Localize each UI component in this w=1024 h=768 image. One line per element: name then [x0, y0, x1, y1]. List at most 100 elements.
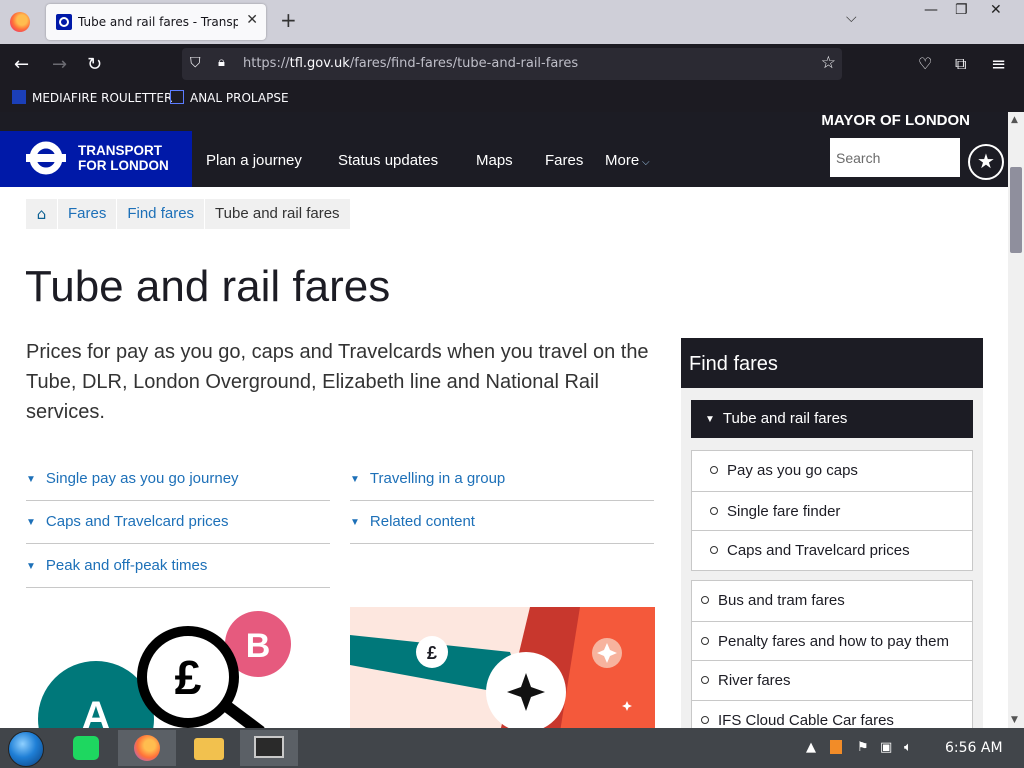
triangle-down-icon: ▼ [350, 517, 360, 528]
nav-status-updates[interactable]: Status updates [338, 152, 438, 169]
sidebar-subitem-payg-caps[interactable]: Pay as you go caps [692, 451, 972, 491]
minimize-button[interactable]: — [924, 2, 938, 18]
triangle-down-icon: ▼ [705, 414, 715, 425]
list-tabs-chevron-icon[interactable]: ⌵ [846, 10, 857, 26]
network-icon[interactable]: ▣ [880, 740, 892, 755]
sidebar-item-river-fares[interactable]: River fares [692, 660, 972, 700]
new-tab-button[interactable]: + [280, 8, 297, 32]
scroll-down-arrow-icon[interactable]: ▼ [1011, 715, 1018, 725]
tray-expand-icon[interactable]: ▲ [806, 740, 816, 755]
bookmark-second[interactable]: ANAL PROLAPSE [170, 90, 289, 105]
nav-maps[interactable]: Maps [476, 152, 513, 169]
breadcrumb-find-fares[interactable]: Find fares [117, 199, 206, 229]
scrollbar-thumb[interactable] [1010, 167, 1022, 253]
browser-toolbar: ← → ↻ ⛉ 🔒︎ https://tfl.gov.uk/fares/find… [0, 44, 1024, 84]
close-tab-icon[interactable]: ✕ [246, 12, 258, 28]
bullet-circle-icon [710, 546, 718, 554]
intro-text: Prices for pay as you go, caps and Trave… [26, 341, 649, 423]
tracking-shield-icon[interactable]: ⛉ [190, 55, 201, 71]
illustration-pay-as-you-go: B A £ [26, 607, 330, 728]
chevron-down-icon: ⌵ [639, 157, 650, 168]
sidebar-item-penalty-fares[interactable]: Penalty fares and how to pay them [692, 620, 972, 661]
favourites-star-button[interactable]: ★ [968, 144, 1004, 180]
taskbar-app-monitor[interactable] [240, 730, 298, 766]
bookmark-star-icon[interactable]: ☆ [821, 53, 836, 73]
sidebar-subitem-caps-travelcard[interactable]: Caps and Travelcard prices [692, 530, 972, 570]
pound-sign: £ [175, 652, 202, 705]
mediafire-favicon-icon [12, 90, 26, 104]
browser-tab-active[interactable]: Tube and rail fares - Transport f ✕ [46, 4, 266, 40]
triangle-down-icon: ▼ [26, 474, 36, 485]
extensions-icon[interactable]: ⧉ [955, 54, 966, 74]
bullet-circle-icon [710, 506, 718, 515]
taskbar-app-firefox[interactable] [118, 730, 176, 766]
sidebar-sublist: Pay as you go caps Single fare finder Ca… [691, 450, 973, 571]
breadcrumb-current: Tube and rail fares [205, 199, 351, 229]
bullet-circle-icon [701, 676, 709, 684]
pound-badge: £ [427, 643, 437, 663]
bullet-circle-icon [701, 596, 709, 604]
web-page: MAYOR OF LONDON TRANSPORT FOR LONDON Pla… [0, 112, 1008, 728]
page-title: Tube and rail fares [25, 262, 391, 311]
tfl-favicon-icon [56, 14, 72, 30]
bullet-circle-icon [701, 715, 709, 724]
page-scrollbar[interactable]: ▲ ▼ [1008, 112, 1024, 728]
nav-more[interactable]: More ⌵ [605, 152, 650, 169]
os-taskbar: ▲ ⚑ ▣ 🔈︎ 6:56 AM [0, 728, 1024, 768]
breadcrumb: ⌂ Fares Find fares Tube and rail fares [26, 199, 351, 229]
scroll-up-arrow-icon[interactable]: ▲ [1011, 115, 1018, 125]
tfl-logo[interactable]: TRANSPORT FOR LONDON [0, 131, 192, 187]
illustration-fares: £ [350, 607, 655, 728]
tfl-header: MAYOR OF LONDON TRANSPORT FOR LONDON Pla… [0, 112, 1008, 187]
maximize-button[interactable]: ❐ [955, 2, 968, 18]
taskbar-app-spotify[interactable] [57, 730, 115, 766]
nav-plan-a-journey[interactable]: Plan a journey [206, 152, 302, 169]
letter-b: B [246, 627, 271, 665]
firefox-icon [134, 735, 160, 761]
tray-app-icon[interactable] [830, 740, 842, 754]
anchor-single-payg[interactable]: ▼ Single pay as you go journey [26, 457, 330, 501]
anchor-group-travel[interactable]: ▼ Travelling in a group [350, 457, 654, 501]
brand-text: TRANSPORT FOR LONDON [78, 143, 169, 173]
sidebar-heading: Find fares [681, 338, 983, 388]
nav-fares[interactable]: Fares [545, 152, 583, 169]
green-app-icon [73, 736, 99, 760]
anchor-caps-travelcard[interactable]: ▼ Caps and Travelcard prices [26, 500, 330, 544]
bullet-circle-icon [701, 636, 709, 645]
roundel-icon [26, 141, 66, 175]
forward-arrow-icon[interactable]: → [52, 54, 67, 75]
anchor-peak-offpeak[interactable]: ▼ Peak and off-peak times [26, 544, 330, 588]
address-bar[interactable]: ⛉ 🔒︎ https://tfl.gov.uk/fares/find-fares… [182, 48, 842, 80]
bullet-circle-icon [710, 466, 718, 474]
taskbar-app-files[interactable] [180, 730, 238, 766]
bookmark-mediafire[interactable]: MEDIAFIRE ROULETTER [12, 90, 172, 105]
firefox-icon [10, 12, 30, 32]
menu-hamburger-icon[interactable]: ≡ [991, 54, 1006, 75]
reload-icon[interactable]: ↻ [87, 54, 102, 75]
close-window-button[interactable]: ✕ [990, 2, 1002, 18]
tab-title: Tube and rail fares - Transport f [78, 15, 238, 29]
back-arrow-icon[interactable]: ← [14, 54, 29, 75]
bookmarks-toolbar: MEDIAFIRE ROULETTER ANAL PROLAPSE [0, 84, 1024, 112]
lock-icon[interactable]: 🔒︎ [218, 55, 225, 70]
monitor-icon [254, 736, 284, 758]
pocket-icon[interactable]: ♡ [918, 54, 932, 73]
mayor-of-london-link[interactable]: MAYOR OF LONDON [821, 112, 970, 129]
triangle-down-icon: ▼ [26, 561, 36, 572]
volume-icon[interactable]: 🔈︎ [904, 740, 912, 755]
sidebar-other-list: Bus and tram fares Penalty fares and how… [691, 580, 973, 728]
anchor-related-content[interactable]: ▼ Related content [350, 500, 654, 544]
breadcrumb-fares[interactable]: Fares [58, 199, 118, 229]
sidebar-item-cable-car-fares[interactable]: IFS Cloud Cable Car fares [692, 699, 972, 728]
sidebar-item-bus-tram-fares[interactable]: Bus and tram fares [692, 581, 972, 621]
flag-icon[interactable]: ⚑ [857, 740, 869, 755]
start-menu-button[interactable] [8, 731, 44, 767]
sidebar-subitem-single-fare-finder[interactable]: Single fare finder [692, 490, 972, 531]
bookmark-favicon-icon [170, 90, 184, 104]
sidebar-item-tube-rail-fares[interactable]: ▼ Tube and rail fares [691, 400, 973, 438]
url-text[interactable]: https://tfl.gov.uk/fares/find-fares/tube… [243, 56, 578, 71]
search-input[interactable] [830, 138, 960, 177]
taskbar-clock[interactable]: 6:56 AM [945, 740, 1003, 756]
triangle-down-icon: ▼ [350, 474, 360, 485]
home-icon[interactable]: ⌂ [26, 199, 58, 229]
